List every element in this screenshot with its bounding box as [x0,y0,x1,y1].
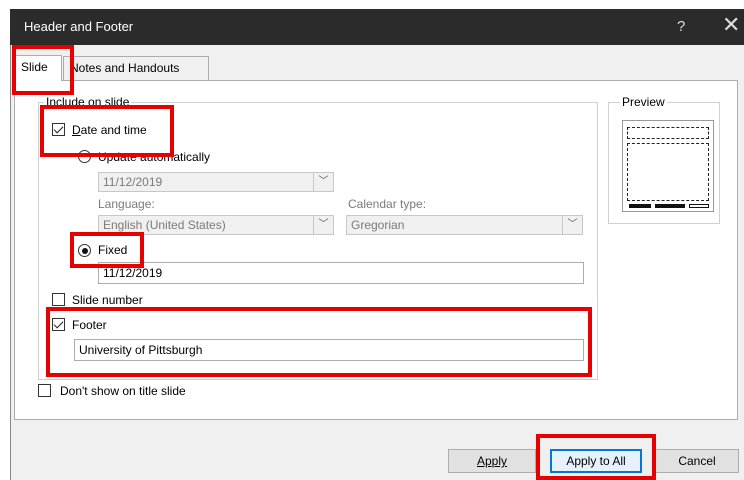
fixed-date-input[interactable]: 11/12/2019 [98,262,584,284]
update-automatically-radio[interactable] [78,150,91,163]
date-time-label[interactable]: Date and time [72,123,147,137]
preview-slide-thumbnail [622,120,714,212]
calendar-type-value: Gregorian [351,218,405,232]
language-dropdown[interactable]: English (United States) ﹀ [98,215,334,235]
tab-notes-and-handouts[interactable]: Notes and Handouts [63,56,209,80]
auto-date-dropdown[interactable]: 11/12/2019 ﹀ [98,172,334,192]
chevron-down-icon: ﹀ [562,216,582,234]
language-value: English (United States) [103,218,226,232]
include-on-slide-label: Include on slide [44,95,132,109]
date-time-checkbox[interactable] [52,123,65,136]
language-label: Language: [98,197,155,211]
preview-footer-placeholder [655,204,685,208]
apply-to-all-button[interactable]: Apply to All [550,449,642,473]
preview-body-placeholder [627,143,709,201]
cancel-button-label: Cancel [678,454,716,468]
preview-number-placeholder [689,204,709,208]
calendar-type-label: Calendar type: [348,197,427,211]
tab-slide-label: Slide [21,60,48,74]
preview-label: Preview [620,95,667,109]
footer-label[interactable]: Footer [72,318,107,332]
close-icon[interactable]: ✕ [722,13,740,37]
auto-date-value: 11/12/2019 [103,175,163,189]
preview-header-placeholder [627,127,709,139]
footer-checkbox[interactable] [52,318,65,331]
dont-show-title-checkbox[interactable] [38,384,51,397]
title-bar: Header and Footer ? ✕ [10,9,744,45]
preview-date-placeholder [629,204,651,208]
fixed-label[interactable]: Fixed [98,243,127,257]
tab-notes-label: Notes and Handouts [70,61,180,75]
tab-slide[interactable]: Slide [14,55,62,81]
dialog-title: Header and Footer [24,19,134,34]
help-icon[interactable]: ? [677,18,685,35]
slide-number-label[interactable]: Slide number [72,293,143,307]
fixed-date-value: 11/12/2019 [103,266,163,280]
chevron-down-icon: ﹀ [313,216,333,234]
update-automatically-label[interactable]: Update automatically [98,150,210,164]
calendar-type-dropdown[interactable]: Gregorian ﹀ [346,215,583,235]
chevron-down-icon: ﹀ [313,173,333,191]
fixed-radio[interactable] [78,244,91,257]
footer-text-input[interactable]: University of Pittsburgh [74,339,584,361]
dont-show-title-label[interactable]: Don't show on title slide [60,384,186,398]
apply-to-all-button-label: Apply to All [566,454,626,468]
cancel-button[interactable]: Cancel [655,449,739,473]
date-time-label-rest: ate and time [80,123,147,137]
slide-number-checkbox[interactable] [52,293,65,306]
apply-button[interactable]: Apply [448,449,536,473]
footer-text-value: University of Pittsburgh [79,343,203,357]
apply-button-label: Apply [476,454,508,468]
